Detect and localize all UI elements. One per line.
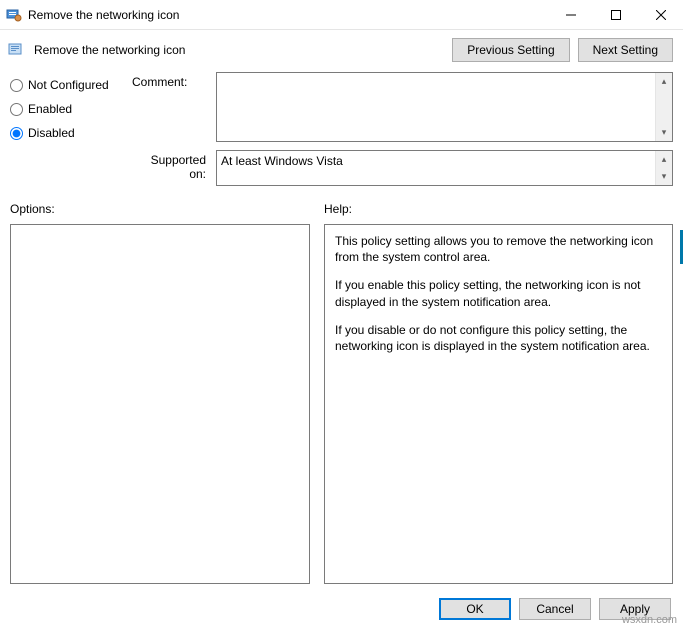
scroll-down-icon[interactable]: ▾ [656, 124, 672, 141]
comment-field: Comment: ▴ ▾ [132, 72, 673, 142]
radio-not-configured[interactable]: Not Configured [10, 78, 120, 92]
radio-disabled-input[interactable] [10, 127, 23, 140]
cancel-button[interactable]: Cancel [519, 598, 591, 620]
titlebar: Remove the networking icon [0, 0, 683, 30]
radio-enabled-input[interactable] [10, 103, 23, 116]
radio-disabled-label: Disabled [28, 126, 75, 140]
help-paragraph: If you enable this policy setting, the n… [335, 277, 662, 309]
supported-scrollbar[interactable]: ▴ ▾ [655, 151, 672, 185]
state-radio-group: Not Configured Enabled Disabled [10, 72, 120, 186]
watermark: wsxdn.com [622, 614, 677, 626]
policy-icon [8, 42, 24, 58]
comment-scrollbar[interactable]: ▴ ▾ [655, 73, 672, 141]
comment-textarea-wrap: ▴ ▾ [216, 72, 673, 142]
comment-label: Comment: [132, 72, 206, 89]
radio-enabled[interactable]: Enabled [10, 102, 120, 116]
minimize-button[interactable] [548, 0, 593, 30]
close-button[interactable] [638, 0, 683, 30]
supported-field: Supported on: At least Windows Vista ▴ ▾ [132, 150, 673, 186]
supported-value: At least Windows Vista [217, 151, 655, 185]
maximize-button[interactable] [593, 0, 638, 30]
help-paragraph: If you disable or do not configure this … [335, 322, 662, 354]
supported-label: Supported on: [132, 150, 206, 181]
scroll-up-icon[interactable]: ▴ [656, 151, 672, 168]
help-label: Help: [324, 202, 673, 224]
scroll-up-icon[interactable]: ▴ [656, 73, 672, 90]
config-block: Not Configured Enabled Disabled Comment:… [0, 72, 683, 186]
supported-box: At least Windows Vista ▴ ▾ [216, 150, 673, 186]
comment-textarea[interactable] [217, 73, 655, 141]
options-box [10, 224, 310, 584]
app-icon [6, 7, 22, 23]
window-title: Remove the networking icon [28, 8, 179, 22]
radio-not-configured-label: Not Configured [28, 78, 109, 92]
options-label: Options: [10, 202, 310, 224]
help-panel: Help: This policy setting allows you to … [324, 202, 673, 584]
previous-setting-button[interactable]: Previous Setting [452, 38, 569, 62]
help-box: This policy setting allows you to remove… [324, 224, 673, 584]
radio-disabled[interactable]: Disabled [10, 126, 120, 140]
scroll-down-icon[interactable]: ▾ [656, 168, 672, 185]
policy-title: Remove the networking icon [34, 43, 185, 57]
ok-button[interactable]: OK [439, 598, 511, 620]
help-paragraph: This policy setting allows you to remove… [335, 233, 662, 265]
options-panel: Options: [10, 202, 310, 584]
next-setting-button[interactable]: Next Setting [578, 38, 673, 62]
header: Remove the networking icon Previous Sett… [0, 30, 683, 72]
radio-enabled-label: Enabled [28, 102, 72, 116]
radio-not-configured-input[interactable] [10, 79, 23, 92]
footer: OK Cancel Apply [0, 588, 683, 632]
